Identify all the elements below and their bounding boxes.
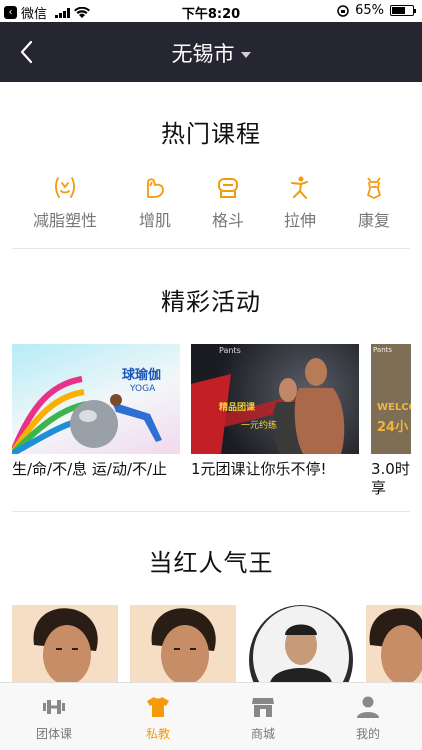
tab-label: 商城 [250, 727, 275, 741]
stretch-icon [291, 176, 308, 199]
coach-card[interactable] [12, 605, 118, 683]
activity-caption: 3.0时享 [371, 460, 410, 497]
category-stretch[interactable]: 拉伸 [260, 175, 340, 231]
orientation-lock-icon [337, 4, 349, 17]
course-categories: 减脂塑性 增肌 格斗 拉伸 康复 [0, 175, 422, 235]
battery-percent: 65% [355, 3, 384, 18]
activity-image: 球瑜伽 YOGA [12, 344, 180, 454]
activity-image-subtitle: YOGA [130, 384, 156, 394]
tab-group-class[interactable]: 团体课 [14, 695, 94, 742]
user-icon [357, 696, 379, 718]
activity-card[interactable]: Pants 精品团课 一元约练 1元团课让你乐不停! [191, 344, 359, 479]
chevron-down-icon [240, 52, 251, 58]
shop-icon [252, 698, 274, 717]
shirt-icon [147, 697, 169, 717]
activity-card[interactable]: 球瑜伽 YOGA 生/命/不/息 运/动/不/止 [12, 344, 180, 479]
battery-fill [392, 7, 405, 14]
city-selector[interactable]: 无锡市 [0, 38, 422, 68]
coach-card[interactable] [130, 605, 236, 683]
activity-image-subtitle: 24小 [377, 420, 409, 435]
category-muscle[interactable]: 增肌 [115, 175, 195, 231]
slim-body-icon [54, 177, 76, 198]
battery-icon [390, 5, 416, 16]
tab-me[interactable]: 我的 [328, 695, 408, 742]
category-label: 增肌 [138, 211, 171, 230]
activity-image: Pants WELCO 24小 [371, 344, 411, 454]
tab-private-coach[interactable]: 私教 [118, 695, 198, 742]
category-slim[interactable]: 减脂塑性 [25, 175, 105, 231]
boxing-icon [218, 178, 238, 198]
bottom-tab-bar: 团体课 私教 商城 我的 [0, 682, 422, 750]
activities-section-title: 精彩活动 [161, 288, 261, 316]
activity-image: Pants 精品团课 一元约练 [191, 344, 359, 454]
dumbbell-icon [43, 700, 65, 714]
activity-caption: 生/命/不/息 运/动/不/止 [12, 460, 168, 478]
activity-caption: 1元团课让你乐不停! [191, 460, 327, 478]
activity-image-title: WELCO [377, 402, 411, 413]
category-boxing[interactable]: 格斗 [188, 175, 268, 231]
activity-image-title: 球瑜伽 [122, 368, 162, 383]
popular-section-title: 当红人气王 [148, 549, 274, 577]
app-screen: ‹ 微信 下午8:20 65% 无锡市 热门课程 减脂塑性 增肌 格斗 拉伸 康… [0, 0, 422, 750]
category-label: 康复 [357, 211, 390, 230]
divider [12, 511, 410, 512]
activity-image-subtitle: 一元约练 [241, 421, 278, 431]
activity-image-title: 精品团课 [219, 403, 256, 413]
divider [12, 248, 410, 249]
activity-image-brand: Pants [219, 346, 241, 355]
coach-card[interactable] [366, 605, 422, 683]
activity-image-brand: Pants [373, 346, 393, 354]
category-label: 拉伸 [283, 211, 316, 230]
navigation-bar: 无锡市 [0, 22, 422, 82]
category-rehab[interactable]: 康复 [334, 175, 414, 231]
activity-card[interactable]: Pants WELCO 24小 3.0时享 [371, 344, 422, 498]
category-label: 减脂塑性 [32, 211, 97, 230]
courses-section-title: 热门课程 [161, 120, 261, 148]
coach-card[interactable] [248, 605, 354, 683]
category-label: 格斗 [211, 211, 244, 230]
muscle-arm-icon [147, 178, 164, 198]
status-bar: ‹ 微信 下午8:20 65% [0, 0, 422, 22]
tab-label: 我的 [355, 727, 380, 741]
city-name: 无锡市 [171, 42, 235, 66]
rehab-icon [367, 177, 381, 199]
tab-shop[interactable]: 商城 [223, 695, 303, 742]
tab-label: 私教 [145, 727, 170, 741]
tab-label: 团体课 [35, 727, 72, 741]
